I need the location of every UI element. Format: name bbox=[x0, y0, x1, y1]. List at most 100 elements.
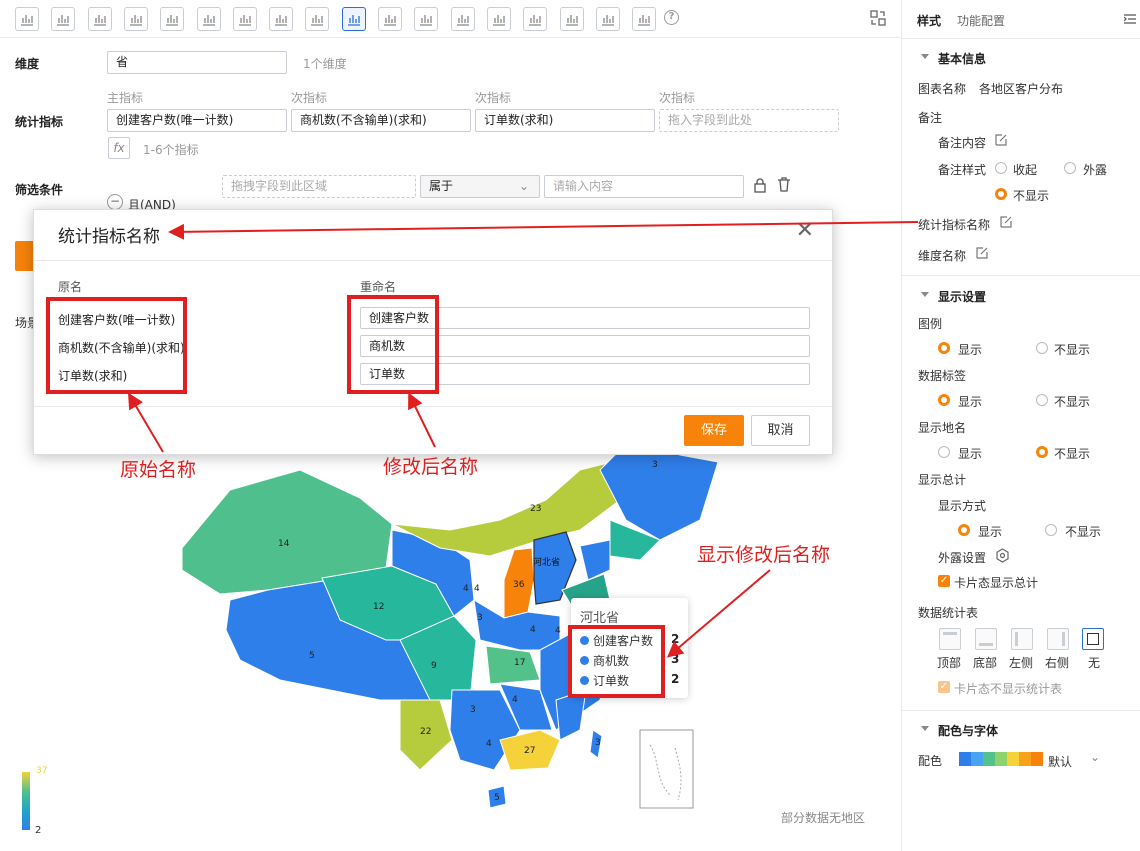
total-hide-label: 不显示 bbox=[1065, 525, 1102, 539]
map-region-liaoning[interactable] bbox=[579, 539, 611, 581]
metrics-hint: 1-6个指标 bbox=[143, 143, 199, 157]
edit-icon[interactable] bbox=[999, 215, 1013, 229]
metric-field-3[interactable]: 订单数(求和) bbox=[475, 109, 655, 132]
settings-icon[interactable] bbox=[995, 548, 1010, 563]
metric-field-1[interactable]: 创建客户数(唯一计数) bbox=[107, 109, 287, 132]
combo-chart-icon[interactable] bbox=[232, 7, 257, 31]
pie-chart-icon[interactable] bbox=[87, 7, 112, 31]
table-position-bottom[interactable] bbox=[975, 628, 997, 650]
region-name-show-radio[interactable] bbox=[938, 446, 950, 458]
legend-show-label: 显示 bbox=[958, 343, 983, 357]
table-position-left[interactable] bbox=[1011, 628, 1033, 650]
funnel-icon[interactable] bbox=[123, 7, 148, 31]
chart-name-value[interactable]: 各地区客户分布 bbox=[979, 80, 1063, 97]
save-button[interactable]: 保存 bbox=[684, 415, 744, 446]
region-name-label: 显示地名 bbox=[918, 421, 967, 435]
caret-down-icon[interactable] bbox=[921, 292, 929, 297]
table-position-none[interactable] bbox=[1082, 628, 1104, 650]
table-position-right[interactable] bbox=[1047, 628, 1069, 650]
filter-label: 筛选条件 bbox=[15, 183, 64, 197]
table-position-top[interactable] bbox=[939, 628, 961, 650]
metric-field-2[interactable]: 商机数(不含输单)(求和) bbox=[291, 109, 471, 132]
column-icon[interactable] bbox=[486, 7, 511, 31]
column-rename: 重命名 bbox=[360, 280, 397, 294]
legend-max-label: 37 bbox=[36, 766, 48, 776]
region-value-label: 4 bbox=[486, 739, 492, 749]
legend-hide-label: 不显示 bbox=[1054, 343, 1091, 357]
section-color-font[interactable]: 配色与字体 bbox=[938, 722, 998, 739]
bar-chart-icon[interactable] bbox=[15, 7, 39, 31]
pivot-icon[interactable] bbox=[595, 7, 620, 31]
legend-label: 图例 bbox=[918, 317, 943, 331]
card-icon[interactable] bbox=[269, 7, 294, 31]
edit-icon[interactable] bbox=[994, 133, 1008, 147]
edit-icon[interactable] bbox=[975, 246, 989, 260]
metric-drop-zone[interactable]: 拖入字段到此处 bbox=[659, 109, 839, 132]
note-label: 备注 bbox=[918, 111, 943, 125]
lock-icon[interactable] bbox=[753, 178, 767, 193]
heat-map-icon[interactable] bbox=[414, 7, 439, 31]
gauge-icon[interactable] bbox=[305, 7, 330, 31]
filter-logic-toggle-icon[interactable]: − bbox=[107, 194, 123, 210]
note-style-collapse-radio[interactable] bbox=[995, 162, 1007, 174]
section-display-settings[interactable]: 显示设置 bbox=[938, 288, 986, 305]
query-button[interactable] bbox=[15, 241, 35, 271]
region-value-label: 14 bbox=[278, 539, 290, 549]
tab-function-config[interactable]: 功能配置 bbox=[957, 12, 1005, 29]
data-label-show-radio[interactable] bbox=[938, 394, 950, 406]
chevron-down-icon[interactable]: ⌄ bbox=[1090, 750, 1100, 764]
filter-operator-select[interactable]: 属于 ⌄ bbox=[420, 175, 540, 198]
table-position-bottom-label: 底部 bbox=[973, 656, 998, 670]
dimension-label: 维度 bbox=[15, 57, 40, 71]
collapse-panel-icon[interactable] bbox=[1124, 13, 1136, 25]
note-style-hide-radio[interactable] bbox=[995, 188, 1007, 200]
tab-style[interactable]: 样式 bbox=[917, 12, 941, 29]
filter-field-drop-zone[interactable]: 拖拽字段到此区域 bbox=[222, 175, 416, 198]
region-name-show-label: 显示 bbox=[958, 447, 983, 461]
region-value-label: 4 bbox=[474, 584, 480, 594]
metric-sub-label-1: 次指标 bbox=[291, 91, 328, 105]
region-value-label: 3 bbox=[595, 738, 601, 748]
help-icon[interactable]: ? bbox=[664, 10, 679, 25]
legend-hide-radio[interactable] bbox=[1036, 342, 1048, 354]
region-value-label: 17 bbox=[514, 658, 525, 668]
dimension-hint: 1个维度 bbox=[303, 57, 347, 71]
area-icon[interactable] bbox=[523, 7, 548, 31]
legend-min-label: 2 bbox=[35, 825, 42, 836]
scatter-icon[interactable] bbox=[632, 7, 657, 31]
cancel-button[interactable]: 取消 bbox=[751, 415, 810, 446]
total-show-radio[interactable] bbox=[958, 524, 970, 536]
card-no-table-checkbox[interactable]: ✓ bbox=[938, 681, 950, 693]
color-legend-bar[interactable] bbox=[22, 772, 30, 830]
section-basic-info[interactable]: 基本信息 bbox=[938, 50, 986, 67]
line-chart-icon[interactable] bbox=[51, 7, 76, 31]
map-icon[interactable] bbox=[341, 7, 366, 31]
switch-view-icon[interactable] bbox=[869, 9, 887, 27]
filter-value-input[interactable]: 请输入内容 bbox=[544, 175, 744, 198]
caret-down-icon[interactable] bbox=[921, 726, 929, 731]
close-icon[interactable]: ✕ bbox=[796, 220, 814, 242]
note-style-expose-radio[interactable] bbox=[1064, 162, 1076, 174]
region-name-hide-radio[interactable] bbox=[1036, 446, 1048, 458]
dimension-field[interactable]: 省 bbox=[107, 51, 287, 74]
palette-color-swatch bbox=[995, 752, 1007, 766]
formula-button[interactable]: fx bbox=[108, 137, 130, 159]
flow-map-icon[interactable] bbox=[450, 7, 475, 31]
divider bbox=[902, 710, 1140, 711]
table-icon[interactable] bbox=[196, 7, 221, 31]
color-palette-swatch[interactable] bbox=[959, 752, 1043, 766]
card-total-checkbox[interactable]: ✓ bbox=[938, 575, 950, 587]
column-original: 原名 bbox=[58, 280, 83, 294]
matrix-icon[interactable] bbox=[559, 7, 584, 31]
data-label-hide-radio[interactable] bbox=[1036, 394, 1048, 406]
tooltip-row-value: 2 bbox=[671, 632, 680, 646]
legend-show-radio[interactable] bbox=[938, 342, 950, 354]
trash-icon[interactable] bbox=[777, 177, 791, 192]
funnel-alt-icon[interactable] bbox=[160, 7, 185, 31]
total-hide-radio[interactable] bbox=[1045, 524, 1057, 536]
map-region-hubei[interactable] bbox=[485, 645, 541, 685]
bubble-map-icon[interactable] bbox=[378, 7, 402, 31]
caret-down-icon[interactable] bbox=[921, 54, 929, 59]
palette-color-swatch bbox=[1019, 752, 1031, 766]
table-position-none-label: 无 bbox=[1088, 656, 1101, 670]
